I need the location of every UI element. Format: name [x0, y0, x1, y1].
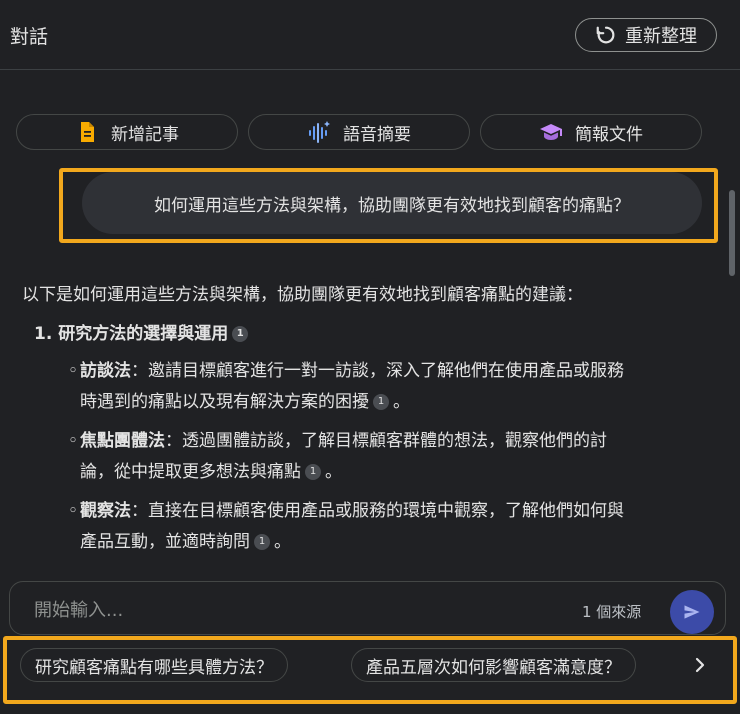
- briefing-doc-chip[interactable]: 簡報文件: [480, 114, 702, 150]
- bullet: ◦: [68, 431, 79, 451]
- method-end: 。: [325, 462, 342, 482]
- audio-summary-chip[interactable]: 語音摘要: [248, 114, 470, 150]
- method-text: ：邀請目標顧客進行一對一訪談，深入了解他們在使用產品或服務時遇到的痛點以及現有解…: [80, 361, 624, 412]
- bullet: ◦: [68, 501, 79, 521]
- chat-header: 對話 重新整理: [0, 0, 740, 70]
- send-icon: [684, 605, 700, 619]
- briefing-doc-label: 簡報文件: [575, 124, 643, 145]
- graduation-cap-icon: [540, 124, 562, 140]
- user-message-text: 如何運用這些方法與架構，協助團隊更有效地找到顧客的痛點？: [154, 195, 630, 216]
- suggested-question[interactable]: 產品五層次如何影響顧客滿意度？: [351, 648, 636, 682]
- audio-summary-label: 語音摘要: [343, 124, 411, 145]
- method-end: 。: [393, 392, 410, 412]
- scrollbar[interactable]: [729, 190, 735, 276]
- note-icon: [81, 122, 94, 142]
- audio-waveform-icon: [309, 121, 330, 143]
- citation-badge[interactable]: 1: [305, 464, 321, 480]
- assistant-answer: 以下是如何運用這些方法與架構，協助團隊更有效地找到顧客痛點的建議： 1. 研究方…: [22, 280, 632, 566]
- suggested-question[interactable]: 研究顧客痛點有哪些具體方法？: [20, 648, 288, 682]
- answer-intro: 以下是如何運用這些方法與架構，協助團隊更有效地找到顧客痛點的建議：: [22, 285, 583, 305]
- citation-badge[interactable]: 1: [254, 534, 270, 550]
- bullet: ◦: [68, 361, 79, 381]
- chevron-right-icon: [695, 657, 705, 673]
- chat-input-box: 1 個來源: [9, 581, 726, 635]
- list-item: ◦ 訪談法：邀請目標顧客進行一對一訪談，深入了解他們在使用產品或服務時遇到的痛點以…: [68, 356, 632, 418]
- method-term: 焦點團體法: [80, 431, 165, 451]
- refresh-icon: [596, 26, 615, 44]
- suggested-questions: 研究顧客痛點有哪些具體方法？ 產品五層次如何影響顧客滿意度？: [20, 648, 720, 684]
- source-count: 1 個來源: [582, 603, 642, 621]
- next-suggestions-button[interactable]: [682, 648, 718, 682]
- list-item: ◦ 焦點團體法：透過團體訪談，了解目標顧客群體的想法，觀察他們的討論，從中提取更多…: [68, 426, 632, 488]
- citation-badge[interactable]: 1: [373, 394, 389, 410]
- refresh-button-label: 重新整理: [625, 26, 697, 47]
- method-text: ：直接在目標顧客使用產品或服務的環境中觀察，了解他們如何與產品互動，並適時詢問: [80, 501, 624, 552]
- refresh-button[interactable]: 重新整理: [575, 18, 717, 52]
- method-end: 。: [274, 532, 291, 552]
- add-note-chip[interactable]: 新增記事: [16, 114, 238, 150]
- chat-input[interactable]: [32, 594, 476, 626]
- user-message: 如何運用這些方法與架構，協助團隊更有效地找到顧客的痛點？: [82, 172, 702, 234]
- send-button[interactable]: [670, 590, 714, 634]
- add-note-label: 新增記事: [111, 124, 179, 145]
- action-chips: 新增記事 語音摘要 簡報文件: [16, 114, 704, 150]
- citation-badge[interactable]: 1: [232, 326, 249, 342]
- method-term: 訪談法: [80, 361, 131, 381]
- section-heading: 1. 研究方法的選擇與運用 1: [34, 319, 632, 350]
- list-item: ◦ 觀察法：直接在目標顧客使用產品或服務的環境中觀察，了解他們如何與產品互動，並適…: [68, 496, 632, 558]
- section-heading-text: 1. 研究方法的選擇與運用: [34, 324, 229, 344]
- page-title: 對話: [10, 26, 49, 48]
- method-list: ◦ 訪談法：邀請目標顧客進行一對一訪談，深入了解他們在使用產品或服務時遇到的痛點以…: [22, 356, 632, 558]
- method-term: 觀察法: [80, 501, 131, 521]
